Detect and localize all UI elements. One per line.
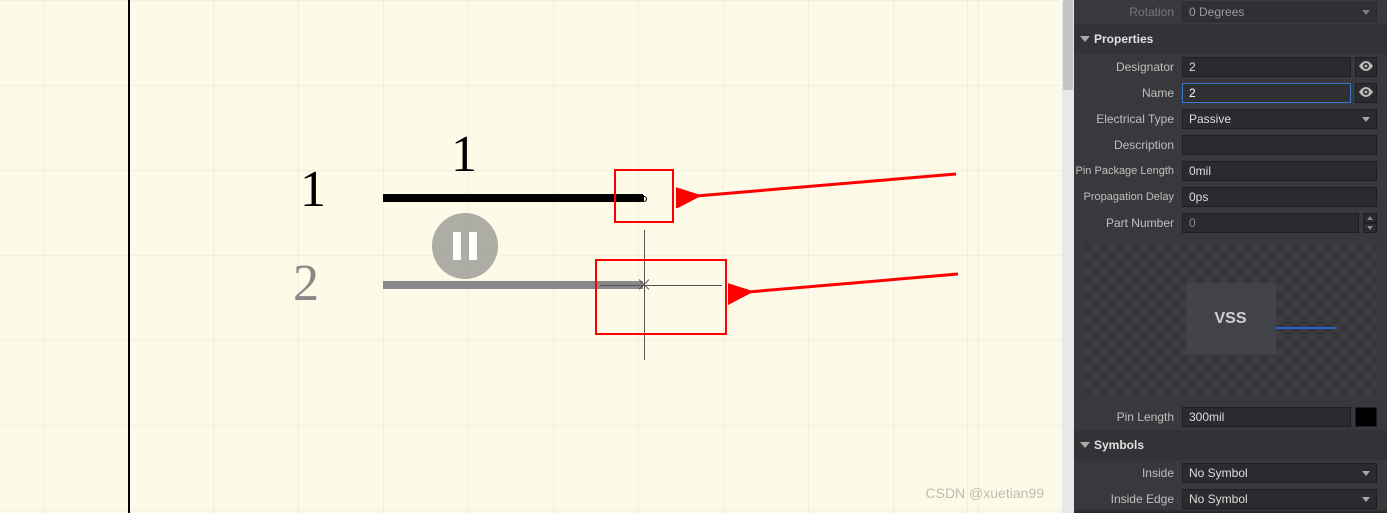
part-number-label: Part Number (1074, 216, 1182, 230)
pin-package-length-label: Pin Package Length (1074, 165, 1182, 177)
preview-pin-name: VSS (1214, 310, 1246, 328)
chevron-down-icon (1362, 117, 1370, 122)
name-visibility-button[interactable] (1355, 83, 1377, 103)
spinner-down-icon[interactable] (1363, 223, 1377, 233)
inside-value: No Symbol (1189, 466, 1248, 480)
collapse-triangle-icon (1080, 36, 1090, 42)
part-number-input (1182, 213, 1359, 233)
schematic-canvas[interactable]: 1 1 2 CSDN @xuetian99 (0, 0, 1074, 513)
spinner-up-icon[interactable] (1363, 213, 1377, 223)
eye-icon (1359, 86, 1373, 100)
pin-color-swatch[interactable] (1355, 407, 1377, 427)
description-label: Description (1074, 138, 1182, 152)
propagation-delay-label: Propagation Delay (1074, 191, 1182, 203)
chevron-down-icon (1362, 10, 1370, 15)
preview-component-body: VSS (1186, 283, 1276, 355)
electrical-type-select[interactable]: Passive (1182, 109, 1377, 129)
inside-select[interactable]: No Symbol (1182, 463, 1377, 483)
symbols-section-header[interactable]: Symbols (1074, 430, 1387, 460)
properties-section-header[interactable]: Properties (1074, 24, 1387, 54)
canvas-grid-guide (967, 0, 968, 513)
pin1-designator-left: 1 (300, 160, 326, 219)
inside-edge-value: No Symbol (1189, 492, 1248, 506)
annotation-arrow-2 (728, 266, 968, 306)
inside-label: Inside (1074, 466, 1182, 480)
pin-length-input[interactable] (1182, 407, 1351, 427)
chevron-down-icon (1362, 497, 1370, 502)
scrollbar-thumb[interactable] (1063, 0, 1073, 90)
canvas-border-left (128, 0, 130, 513)
pin-length-label: Pin Length (1074, 410, 1182, 424)
symbols-section-title: Symbols (1094, 438, 1144, 452)
designator-visibility-button[interactable] (1355, 57, 1377, 77)
pin-preview: VSS (1084, 244, 1377, 394)
name-input[interactable] (1182, 83, 1351, 103)
inside-edge-label: Inside Edge (1074, 492, 1182, 506)
pin-package-length-input[interactable] (1182, 161, 1377, 181)
description-input[interactable] (1182, 135, 1377, 155)
properties-section-title: Properties (1094, 32, 1153, 46)
propagation-delay-input[interactable] (1182, 187, 1377, 207)
chevron-down-icon (1362, 471, 1370, 476)
watermark: CSDN @xuetian99 (926, 485, 1045, 501)
canvas-vertical-scrollbar[interactable] (1062, 0, 1074, 513)
annotation-arrow-1 (676, 168, 966, 208)
annotation-box-1 (614, 169, 674, 223)
rotation-select[interactable]: 0 Degrees (1182, 2, 1377, 22)
eye-icon (1359, 60, 1373, 74)
rotation-value: 0 Degrees (1189, 5, 1244, 19)
collapse-triangle-icon (1080, 442, 1090, 448)
name-label: Name (1074, 86, 1182, 100)
electrical-type-value: Passive (1189, 112, 1231, 126)
preview-pin-wire (1276, 327, 1336, 329)
pin1-body[interactable] (383, 194, 643, 202)
designator-input[interactable] (1182, 57, 1351, 77)
designator-label: Designator (1074, 60, 1182, 74)
rotation-label: Rotation (1074, 5, 1182, 19)
electrical-type-label: Electrical Type (1074, 112, 1182, 126)
pause-overlay-icon (432, 213, 498, 279)
pin1-designator-top: 1 (451, 125, 477, 184)
inside-edge-select[interactable]: No Symbol (1182, 489, 1377, 509)
properties-panel: Rotation 0 Degrees Properties Designator (1074, 0, 1387, 513)
pin2-designator: 2 (293, 254, 319, 313)
annotation-box-2 (595, 259, 727, 335)
part-number-spinner[interactable] (1363, 213, 1377, 233)
